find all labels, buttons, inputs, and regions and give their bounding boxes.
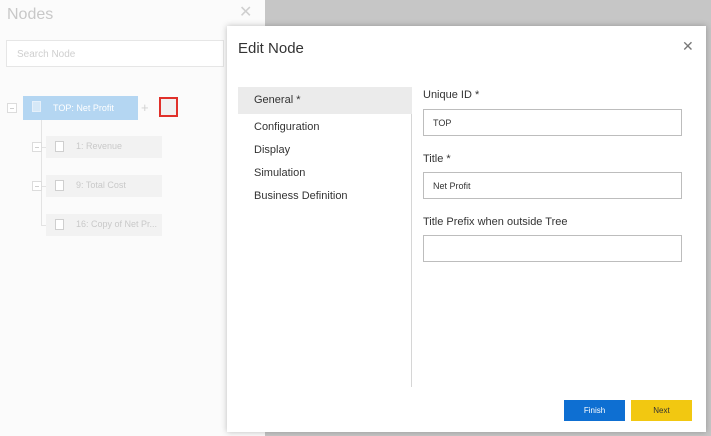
- edit-node-dialog: Edit Node ✕ General * Configuration Disp…: [227, 26, 706, 432]
- title-label: Title *: [423, 153, 451, 165]
- next-button[interactable]: Next: [631, 400, 692, 421]
- document-icon: [55, 219, 64, 230]
- tree-node-label: 1: Revenue: [76, 141, 123, 151]
- unique-id-label: Unique ID *: [423, 89, 480, 101]
- tree-node-child[interactable]: 9: Total Cost: [46, 175, 162, 197]
- tree-node-child[interactable]: 1: Revenue: [46, 136, 162, 158]
- edit-node-button[interactable]: [159, 97, 178, 117]
- close-icon[interactable]: ✕: [239, 5, 252, 21]
- title-prefix-input[interactable]: [423, 235, 682, 262]
- unique-id-input[interactable]: [423, 109, 682, 136]
- close-icon[interactable]: ✕: [682, 39, 694, 53]
- tree-node-root[interactable]: TOP: Net Profit: [23, 96, 138, 120]
- nodes-panel-title: Nodes: [7, 6, 54, 23]
- search-node-input[interactable]: Search Node: [6, 40, 224, 67]
- tree-node-label: TOP: Net Profit: [53, 103, 114, 113]
- tree-node-label: 16: Copy of Net Pr...: [76, 219, 158, 229]
- tree-connector: [41, 120, 42, 226]
- nodes-panel: Nodes ✕ Search Node TOP: Net Profit 1: R…: [0, 0, 265, 436]
- tree-node-child[interactable]: 16: Copy of Net Pr...: [46, 214, 162, 236]
- finish-button[interactable]: Finish: [564, 400, 625, 421]
- dialog-nav: General * Configuration Display Simulati…: [238, 87, 412, 387]
- dialog-title: Edit Node: [238, 40, 304, 57]
- document-icon: [32, 101, 41, 112]
- title-input[interactable]: [423, 172, 682, 199]
- nav-item-business-definition[interactable]: Business Definition: [238, 183, 412, 210]
- nav-item-general[interactable]: General *: [238, 87, 412, 114]
- add-node-icon[interactable]: +: [141, 101, 149, 114]
- document-icon: [55, 141, 64, 152]
- document-icon: [55, 180, 64, 191]
- title-prefix-label: Title Prefix when outside Tree: [423, 216, 568, 228]
- expand-icon[interactable]: [32, 142, 42, 152]
- collapse-icon[interactable]: [7, 103, 17, 113]
- expand-icon[interactable]: [32, 181, 42, 191]
- tree-node-label: 9: Total Cost: [76, 180, 126, 190]
